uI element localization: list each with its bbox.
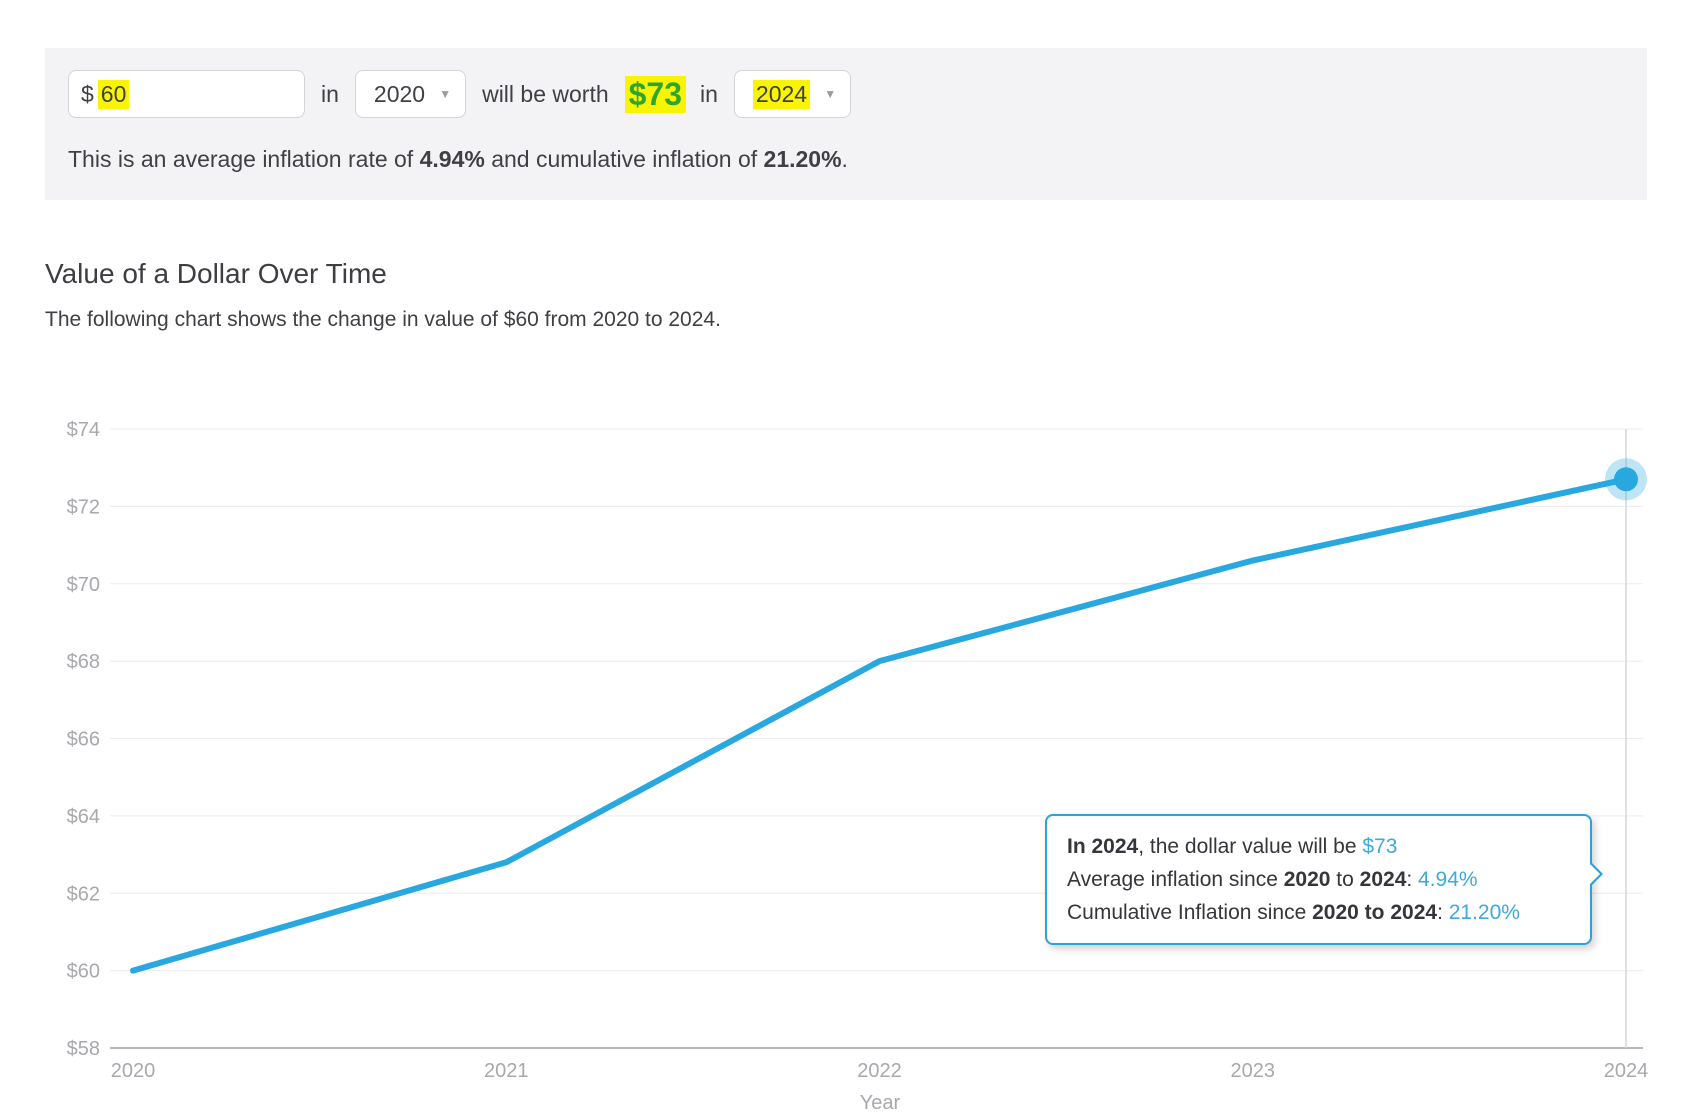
tooltip-text-1: , the dollar value will be xyxy=(1138,835,1363,858)
y-tick-label: $64 xyxy=(67,806,100,828)
tooltip-start-year: 2020 xyxy=(1283,868,1331,891)
tooltip-dollar-value: $73 xyxy=(1362,835,1398,858)
end-year-value: 2024 xyxy=(752,79,811,109)
tooltip-text-2: Average inflation since xyxy=(1067,868,1284,891)
x-axis-title: Year xyxy=(859,1092,901,1114)
worth-text: will be worth xyxy=(482,80,609,107)
tooltip-line-3: Cumulative Inflation since 2020 to 2024:… xyxy=(1067,896,1570,929)
amount-input[interactable]: $ 60 xyxy=(68,70,305,118)
x-tick-label: 2022 xyxy=(857,1060,902,1082)
summary-end: . xyxy=(841,146,848,172)
y-tick-label: $68 xyxy=(67,651,100,673)
y-tick-label: $62 xyxy=(67,883,100,905)
data-point-2024[interactable] xyxy=(1614,467,1638,492)
chart-description: The following chart shows the change in … xyxy=(45,308,721,331)
currency-symbol: $ xyxy=(81,80,94,107)
summary-pre: This is an average inflation rate of xyxy=(68,146,420,172)
x-tick-label: 2020 xyxy=(111,1060,156,1082)
chevron-down-icon: ▼ xyxy=(824,87,837,101)
average-inflation-rate: 4.94% xyxy=(419,146,485,172)
tooltip-colon: : xyxy=(1406,868,1419,891)
chart-tooltip: In 2024, the dollar value will be $73 Av… xyxy=(1045,814,1603,945)
y-tick-label: $74 xyxy=(67,419,100,441)
y-tick-label: $60 xyxy=(67,961,100,983)
tooltip-year-range: 2020 to 2024 xyxy=(1312,901,1438,924)
inflation-summary: This is an average inflation rate of 4.9… xyxy=(68,146,848,173)
y-tick-label: $72 xyxy=(67,496,100,518)
tooltip-colon-2: : xyxy=(1437,901,1449,924)
y-tick-label: $66 xyxy=(67,729,100,751)
tooltip-end-year: 2024 xyxy=(1359,868,1407,891)
cumulative-inflation-rate: 21.20% xyxy=(763,146,842,172)
end-year-select[interactable]: 2024 ▼ xyxy=(733,70,852,118)
tooltip-cumulative-inflation: 21.20% xyxy=(1448,901,1520,924)
tooltip-year: In 2024 xyxy=(1067,835,1139,858)
tooltip-to: to xyxy=(1330,868,1360,891)
start-year-value: 2020 xyxy=(373,80,426,107)
tooltip-line-1: In 2024, the dollar value will be $73 xyxy=(1067,830,1570,863)
x-tick-label: 2023 xyxy=(1231,1060,1276,1082)
chevron-down-icon: ▼ xyxy=(439,87,452,101)
result-amount: $73 xyxy=(624,75,687,113)
calculator-form: $ 60 in 2020 ▼ will be worth $73 in 2024… xyxy=(68,70,852,118)
tooltip-average-inflation: 4.94% xyxy=(1418,868,1478,891)
in-word-1: in xyxy=(321,80,339,107)
tooltip-text-3: Cumulative Inflation since xyxy=(1067,901,1313,924)
y-tick-label: $70 xyxy=(67,574,100,596)
y-tick-label: $58 xyxy=(67,1038,100,1060)
line-chart-canvas[interactable]: $58 $60 $62 $64 $66 $68 $70 $72 $74 2020 2021 2022 2… xyxy=(0,394,1685,1114)
page-title: Value of a Dollar Over Time xyxy=(45,258,387,289)
start-year-select[interactable]: 2020 ▼ xyxy=(354,70,467,118)
in-word-2: in xyxy=(700,80,718,107)
calculator-bar: $ 60 in 2020 ▼ will be worth $73 in 2024… xyxy=(45,48,1647,200)
summary-mid: and cumulative inflation of xyxy=(484,146,764,172)
dollar-value-chart: $58 $60 $62 $64 $66 $68 $70 $72 $74 2020 2021 2022 2… xyxy=(0,394,1685,1114)
tooltip-line-2: Average inflation since 2020 to 2024: 4.… xyxy=(1067,863,1570,896)
amount-value[interactable]: 60 xyxy=(97,79,130,109)
x-tick-label: 2021 xyxy=(484,1060,529,1082)
inflation-calculator-page: $ 60 in 2020 ▼ will be worth $73 in 2024… xyxy=(0,0,1685,1114)
x-tick-label: 2024 xyxy=(1604,1060,1649,1082)
